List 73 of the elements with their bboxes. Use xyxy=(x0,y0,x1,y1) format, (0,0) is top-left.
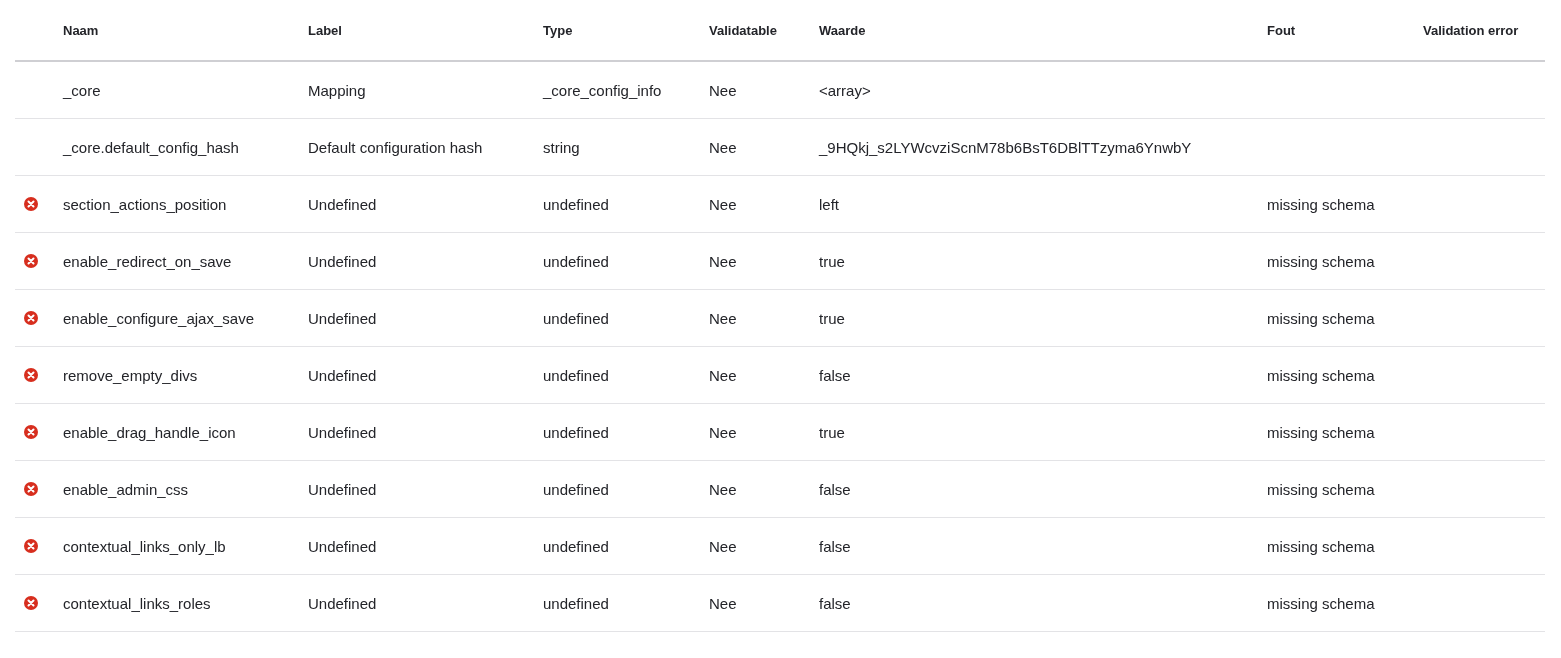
table-cell: missing schema xyxy=(1267,537,1375,555)
table-cell: string xyxy=(543,138,580,156)
table-cell: undefined xyxy=(543,594,609,612)
table-cell: _9HQkj_s2LYWcvziScnM78b6BsT6DBlTTzyma6YnwbY xyxy=(819,138,1192,156)
table-cell: Nee xyxy=(709,480,737,498)
column-header: Label xyxy=(308,22,342,38)
error-icon xyxy=(24,197,38,211)
table-cell: true xyxy=(819,252,845,270)
table-cell: false xyxy=(819,366,851,384)
table-cell: Undefined xyxy=(308,309,377,327)
table-cell: enable_configure_ajax_save xyxy=(63,309,254,327)
table-cell: Undefined xyxy=(308,195,377,213)
table-cell: _core_config_info xyxy=(543,81,662,99)
table-cell: undefined xyxy=(543,537,609,555)
table-cell: Undefined xyxy=(308,480,377,498)
error-icon xyxy=(24,482,38,496)
error-icon xyxy=(24,254,38,268)
table-cell: false xyxy=(819,537,851,555)
table-cell: Mapping xyxy=(308,81,366,99)
column-header: Validatable xyxy=(709,22,777,38)
table-cell: Nee xyxy=(709,537,737,555)
table-cell: Nee xyxy=(709,309,737,327)
table-cell: Nee xyxy=(709,81,737,99)
table-cell: _core xyxy=(63,81,101,99)
table-cell: <array> xyxy=(819,81,871,99)
error-icon xyxy=(24,596,38,610)
table-cell: Undefined xyxy=(308,594,377,612)
table-cell: Nee xyxy=(709,138,737,156)
table-cell: true xyxy=(819,423,845,441)
table-cell: Nee xyxy=(709,252,737,270)
table-cell: enable_admin_css xyxy=(63,480,189,498)
table-cell: Nee xyxy=(709,195,737,213)
table-cell: undefined xyxy=(543,366,609,384)
table-cell: enable_redirect_on_save xyxy=(63,252,232,270)
table-cell: false xyxy=(819,594,851,612)
column-header: Validation error xyxy=(1423,22,1519,38)
error-icon xyxy=(24,539,38,553)
table-cell: remove_empty_divs xyxy=(63,366,198,384)
table-cell: undefined xyxy=(543,195,609,213)
column-header: Type xyxy=(543,22,573,38)
column-header: Waarde xyxy=(819,22,866,38)
table-cell: Default configuration hash xyxy=(308,138,483,156)
table-cell: missing schema xyxy=(1267,366,1375,384)
table-cell: Undefined xyxy=(308,537,377,555)
table-cell: true xyxy=(819,309,845,327)
table-cell: missing schema xyxy=(1267,309,1375,327)
table-cell: missing schema xyxy=(1267,594,1375,612)
table-cell: Nee xyxy=(709,594,737,612)
table-cell: undefined xyxy=(543,423,609,441)
table-cell: enable_drag_handle_icon xyxy=(63,423,236,441)
error-icon xyxy=(24,311,38,325)
error-icon xyxy=(24,425,38,439)
column-header: Fout xyxy=(1267,22,1296,38)
table-cell: undefined xyxy=(543,480,609,498)
table-cell: undefined xyxy=(543,252,609,270)
table-cell: Nee xyxy=(709,366,737,384)
table-cell: missing schema xyxy=(1267,195,1375,213)
table-cell: section_actions_position xyxy=(63,195,227,213)
table-cell: Undefined xyxy=(308,366,377,384)
column-header: Naam xyxy=(63,22,99,38)
table-cell: Undefined xyxy=(308,423,377,441)
table-cell: Undefined xyxy=(308,252,377,270)
table-cell: missing schema xyxy=(1267,480,1375,498)
table-cell: Nee xyxy=(709,423,737,441)
table-cell: _core.default_config_hash xyxy=(63,138,239,156)
table-cell: false xyxy=(819,480,851,498)
table-cell: contextual_links_only_lb xyxy=(63,537,226,555)
error-icon xyxy=(24,368,38,382)
table-cell: missing schema xyxy=(1267,423,1375,441)
table-cell: undefined xyxy=(543,309,609,327)
table-cell: left xyxy=(819,195,839,213)
table-cell: contextual_links_roles xyxy=(63,594,211,612)
table-cell: missing schema xyxy=(1267,252,1375,270)
